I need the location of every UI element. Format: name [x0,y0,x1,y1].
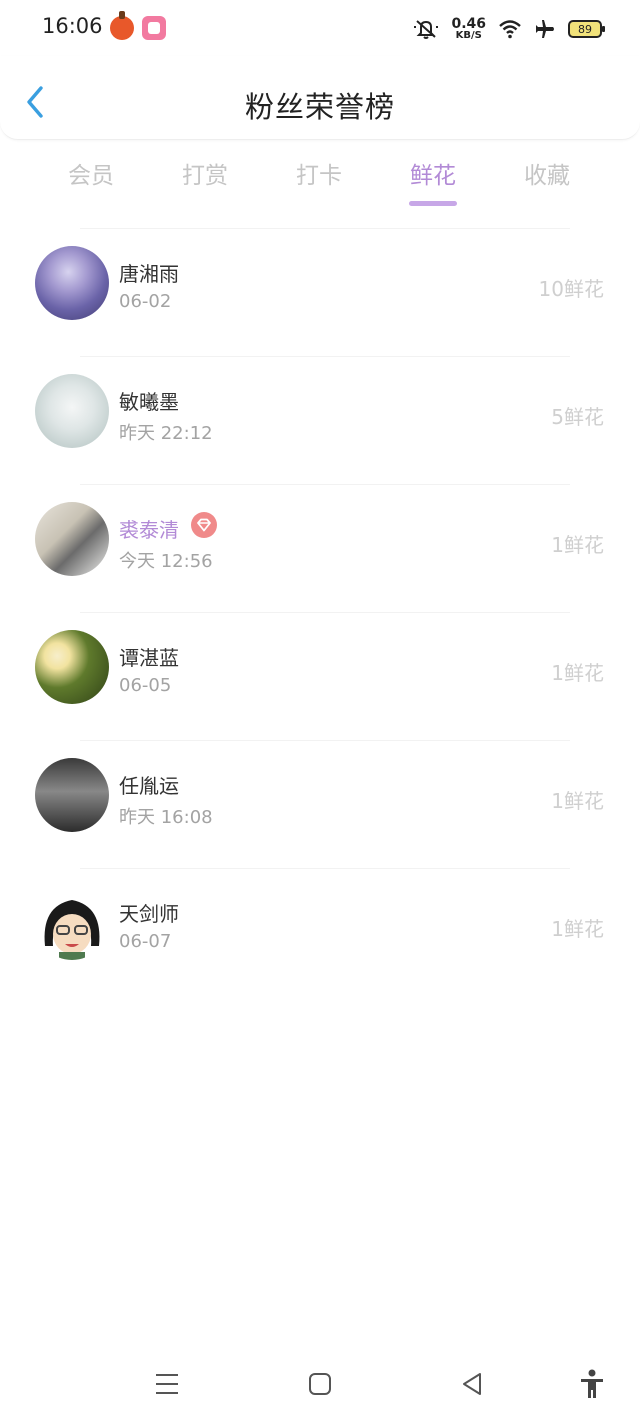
tab-bar: 会员 打赏 打卡 鲜花 收藏 [34,156,604,212]
tab-favorites[interactable]: 收藏 [490,156,604,206]
divider [80,868,570,869]
status-icons: 0.46 KB/S 89 [413,14,605,44]
fan-time: 昨天 16:08 [119,807,213,828]
accessibility-button[interactable] [575,1369,609,1399]
airplane-icon [534,18,556,40]
list-item[interactable]: 天剑师 06-07 1鲜花 [0,868,640,996]
pink-app-icon [142,16,166,40]
fan-name: 裘泰清 [119,518,179,542]
network-speed-unit: KB/S [455,30,482,41]
menu-button[interactable] [150,1369,184,1399]
vip-diamond-icon [191,512,217,542]
fan-name: 唐湘雨 [119,262,179,286]
flower-count: 1鲜花 [551,789,604,813]
list-item[interactable]: 谭湛蓝 06-05 1鲜花 [0,612,640,740]
list-item[interactable]: 裘泰清 今天 12:56 1鲜花 [0,484,640,612]
back-nav-button[interactable] [455,1369,489,1399]
tab-flowers[interactable]: 鲜花 [376,156,490,206]
square-home-icon [309,1373,331,1395]
pumpkin-app-icon [110,11,134,40]
status-bar: 16:06 0.46 KB/S 89 [0,0,640,56]
flower-count: 1鲜花 [551,661,604,685]
mute-icon [413,18,439,40]
list-item[interactable]: 任胤运 昨天 16:08 1鲜花 [0,740,640,868]
network-speed: 0.46 KB/S [451,17,486,41]
avatar[interactable] [35,886,109,960]
wifi-icon [498,19,522,39]
fan-time: 06-07 [119,931,172,952]
list-item[interactable]: 敏曦墨 昨天 22:12 5鲜花 [0,356,640,484]
flower-count: 1鲜花 [551,917,604,941]
fan-list: 唐湘雨 06-02 10鲜花 敏曦墨 昨天 22:12 5鲜花 裘泰清 今天 1… [0,228,640,996]
status-time: 16:06 [42,14,103,38]
divider [80,484,570,485]
flower-count: 1鲜花 [551,533,604,557]
avatar[interactable] [35,758,109,832]
menu-icon [156,1374,178,1394]
accessibility-icon [581,1369,603,1398]
battery-indicator: 89 [568,20,605,38]
fan-time: 06-05 [119,675,172,696]
fan-name: 天剑师 [119,902,179,926]
tab-reward[interactable]: 打赏 [148,156,262,206]
fan-name: 敏曦墨 [119,390,179,414]
tab-member[interactable]: 会员 [34,156,148,206]
triangle-back-icon [463,1373,481,1395]
flower-count: 5鲜花 [551,405,604,429]
fan-name: 任胤运 [119,774,179,798]
fan-time: 今天 12:56 [119,551,213,572]
divider [80,740,570,741]
fan-time: 06-02 [119,291,172,312]
system-nav-bar [0,1345,640,1422]
network-speed-value: 0.46 [451,16,486,32]
fan-time: 昨天 22:12 [119,423,213,444]
divider [80,228,570,229]
list-item[interactable]: 唐湘雨 06-02 10鲜花 [0,228,640,356]
flower-count: 10鲜花 [538,277,604,301]
page-header: 粉丝荣誉榜 [0,56,640,140]
divider [80,612,570,613]
avatar[interactable] [35,374,109,448]
avatar[interactable] [35,246,109,320]
avatar[interactable] [35,502,109,576]
avatar[interactable] [35,630,109,704]
fan-name: 谭湛蓝 [119,646,179,670]
home-button[interactable] [303,1369,337,1399]
divider [80,356,570,357]
page-title: 粉丝荣誉榜 [244,90,395,124]
cartoon-girl-avatar-icon [44,900,100,960]
tab-checkin[interactable]: 打卡 [262,156,376,206]
